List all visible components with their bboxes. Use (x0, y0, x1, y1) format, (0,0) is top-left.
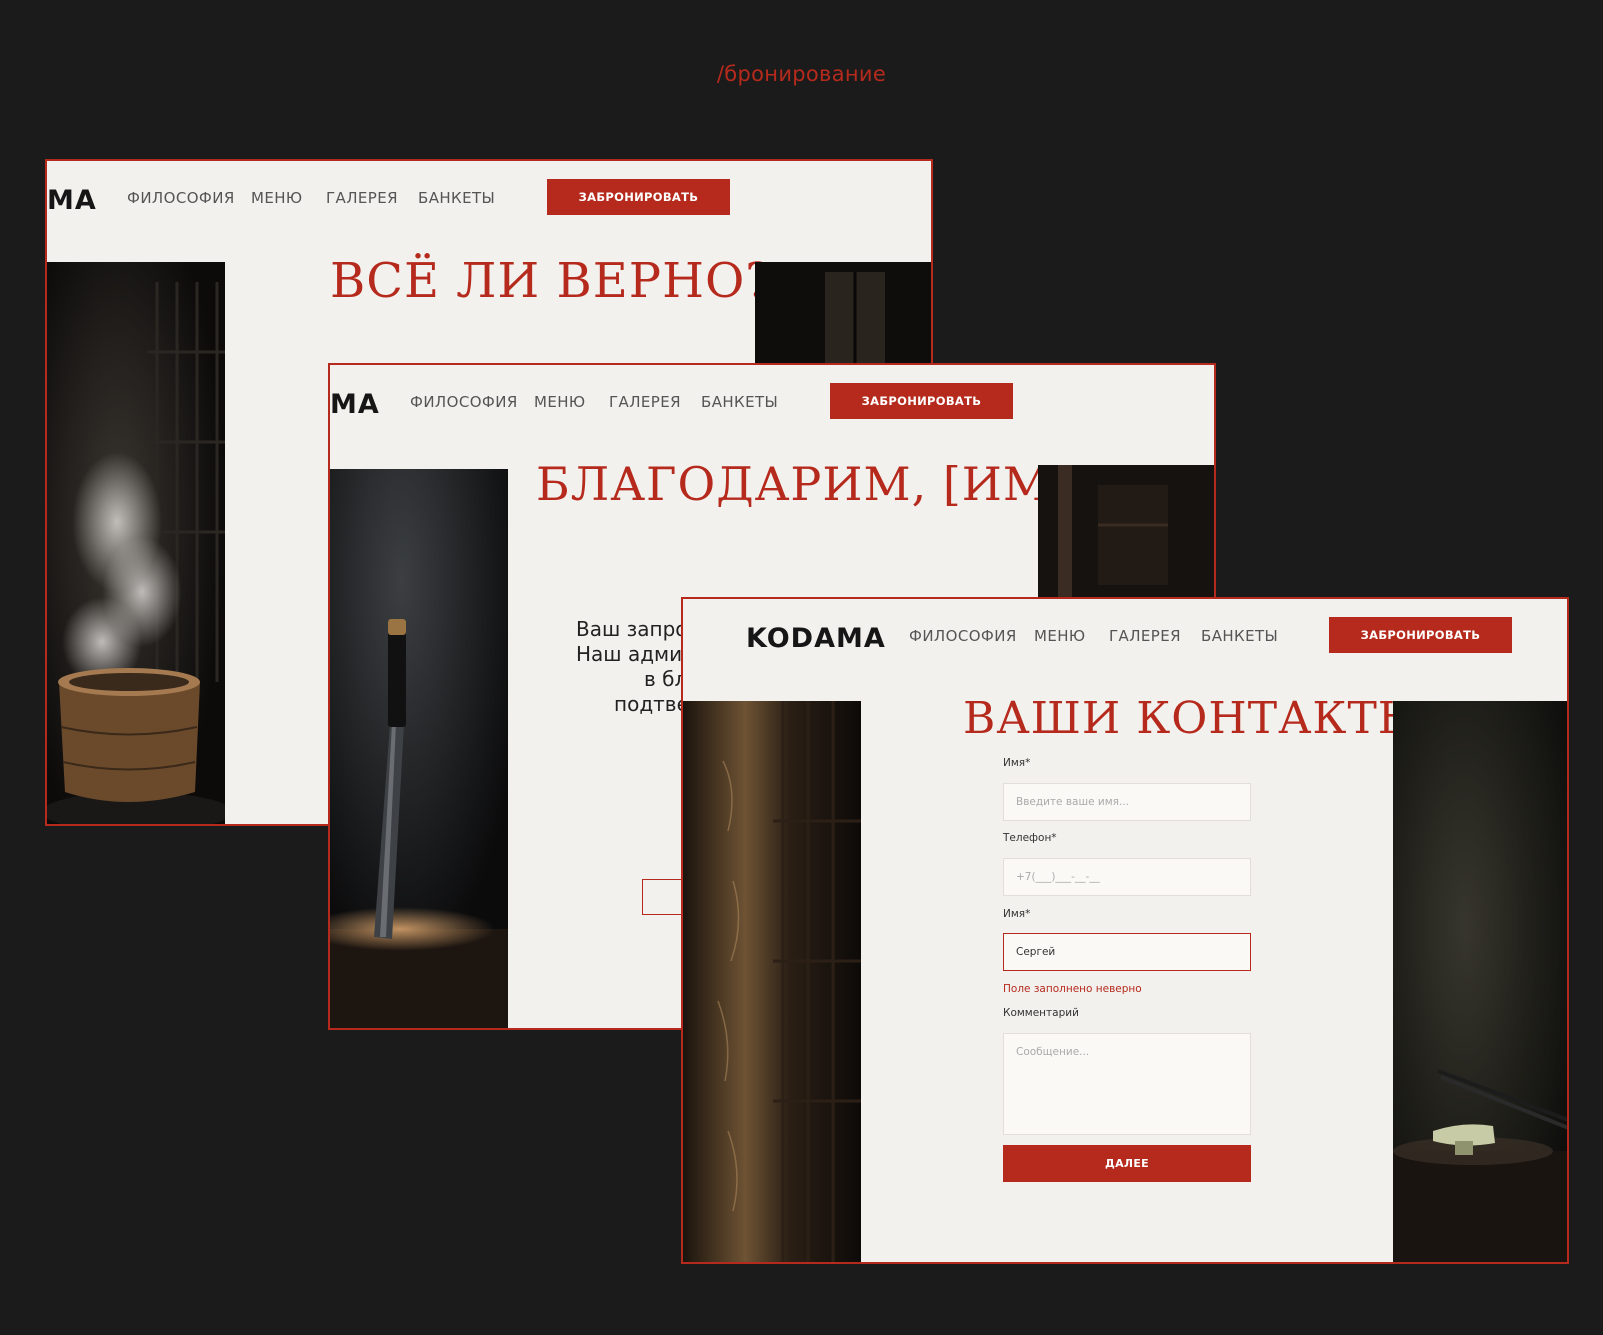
name2-label: Имя* (1003, 908, 1031, 920)
nav-philosophy[interactable]: ФИЛОСОФИЯ (127, 189, 235, 207)
thanks-line-1: Ваш запро (576, 617, 688, 641)
comment-label: Комментарий (1003, 1007, 1079, 1019)
screen-contacts: KODAMA ФИЛОСОФИЯ МЕНЮ ГАЛЕРЕЯ БАНКЕТЫ ЗА… (681, 597, 1569, 1264)
nav-philosophy[interactable]: ФИЛОСОФИЯ (909, 627, 1017, 645)
book-button[interactable]: ЗАБРОНИРОВАТЬ (830, 383, 1013, 419)
nav-menu[interactable]: МЕНЮ (534, 393, 586, 411)
chopsticks-photo (1393, 701, 1567, 1262)
nav-philosophy[interactable]: ФИЛОСОФИЯ (410, 393, 518, 411)
page-title: ВСЁ ЛИ ВЕРНО? (330, 253, 773, 309)
book-button[interactable]: ЗАБРОНИРОВАТЬ (1329, 617, 1512, 653)
phone-label: Телефон* (1003, 832, 1057, 844)
nav-gallery[interactable]: ГАЛЕРЕЯ (1109, 627, 1181, 645)
nav-banquets[interactable]: БАНКЕТЫ (1201, 627, 1278, 645)
nav-banquets[interactable]: БАНКЕТЫ (701, 393, 778, 411)
knife-photo (330, 469, 508, 1028)
logo[interactable]: KODAMA (746, 623, 886, 654)
logo[interactable]: MA (47, 185, 97, 216)
name-label: Имя* (1003, 757, 1031, 769)
book-button[interactable]: ЗАБРОНИРОВАТЬ (547, 179, 730, 215)
name-error-input[interactable]: Сергей (1003, 933, 1251, 971)
nav-menu[interactable]: МЕНЮ (1034, 627, 1086, 645)
interior-photo (1038, 465, 1214, 605)
error-message: Поле заполнено неверно (1003, 983, 1142, 995)
comment-textarea[interactable]: Сообщение... (1003, 1033, 1251, 1135)
nav-gallery[interactable]: ГАЛЕРЕЯ (326, 189, 398, 207)
wall-photo (683, 701, 861, 1262)
steam-bowl-photo (47, 262, 225, 824)
nav-menu[interactable]: МЕНЮ (251, 189, 303, 207)
logo[interactable]: MA (330, 389, 380, 420)
section-title: /бронирование (716, 62, 887, 86)
thanks-line-4: подтве (614, 692, 689, 716)
page-title: ВАШИ КОНТАКТЫ (963, 693, 1423, 744)
next-button[interactable]: ДАЛЕЕ (1003, 1145, 1251, 1182)
phone-input[interactable]: +7(___)___-__-__ (1003, 858, 1251, 896)
name-input[interactable]: Введите ваше имя... (1003, 783, 1251, 821)
nav-gallery[interactable]: ГАЛЕРЕЯ (609, 393, 681, 411)
thanks-line-2: Наш адми (576, 642, 683, 666)
nav-banquets[interactable]: БАНКЕТЫ (418, 189, 495, 207)
